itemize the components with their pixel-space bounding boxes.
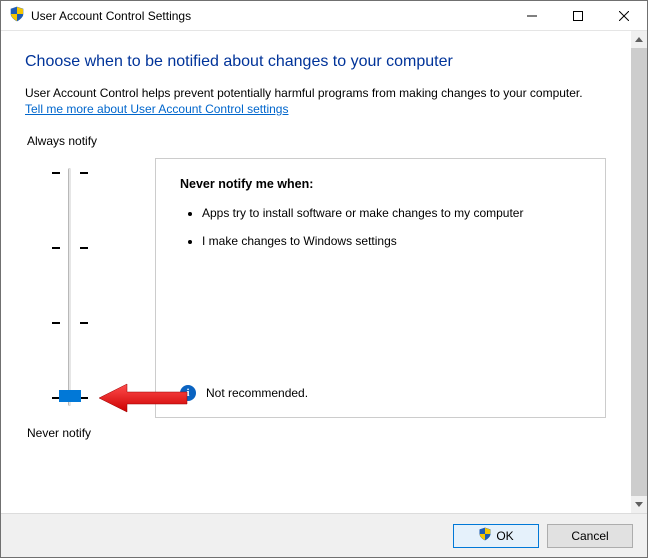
- slider-tick: [52, 247, 60, 249]
- vertical-scrollbar[interactable]: [630, 31, 647, 513]
- window-controls: [509, 1, 647, 30]
- window-title: User Account Control Settings: [31, 9, 191, 23]
- scroll-up-arrow-icon[interactable]: [631, 31, 647, 48]
- slider-bottom-label: Never notify: [27, 426, 155, 440]
- cancel-button[interactable]: Cancel: [547, 524, 633, 548]
- slider-tick: [80, 322, 88, 324]
- close-button[interactable]: [601, 1, 647, 30]
- slider-tick: [80, 247, 88, 249]
- status-row: i Not recommended.: [180, 385, 308, 401]
- minimize-button[interactable]: [509, 1, 555, 30]
- dialog-footer: OK Cancel: [1, 513, 647, 557]
- slider-track: [68, 168, 72, 406]
- content-area: Choose when to be notified about changes…: [1, 31, 630, 513]
- slider-thumb[interactable]: [59, 390, 81, 402]
- description-text: User Account Control helps prevent poten…: [25, 85, 606, 101]
- info-icon: i: [180, 385, 196, 401]
- panel-title: Never notify me when:: [180, 177, 587, 191]
- scrollbar-thumb[interactable]: [631, 48, 647, 496]
- uac-slider[interactable]: [35, 162, 105, 412]
- slider-tick: [52, 322, 60, 324]
- status-text: Not recommended.: [206, 386, 308, 400]
- page-heading: Choose when to be notified about changes…: [25, 53, 606, 71]
- slider-tick: [80, 397, 88, 399]
- uac-shield-icon: [478, 527, 492, 544]
- list-item: Apps try to install software or make cha…: [202, 205, 587, 221]
- maximize-button[interactable]: [555, 1, 601, 30]
- uac-shield-icon: [9, 6, 25, 25]
- cancel-button-label: Cancel: [571, 529, 608, 543]
- notification-level-panel: Never notify me when: Apps try to instal…: [155, 158, 606, 418]
- list-item: I make changes to Windows settings: [202, 233, 587, 249]
- panel-bullet-list: Apps try to install software or make cha…: [180, 205, 587, 249]
- slider-top-label: Always notify: [27, 134, 155, 148]
- ok-button-label: OK: [496, 529, 513, 543]
- scroll-down-arrow-icon[interactable]: [631, 496, 647, 513]
- ok-button[interactable]: OK: [453, 524, 539, 548]
- title-bar: User Account Control Settings: [1, 1, 647, 31]
- slider-tick: [80, 172, 88, 174]
- help-link[interactable]: Tell me more about User Account Control …: [25, 102, 288, 116]
- slider-tick: [52, 172, 60, 174]
